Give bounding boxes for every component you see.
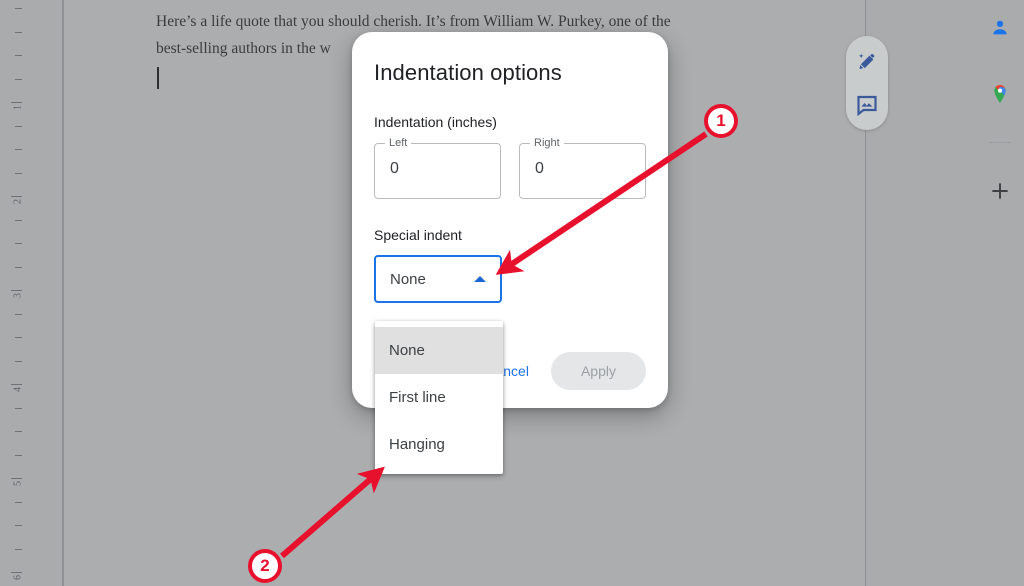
comment-image-icon[interactable] xyxy=(854,92,880,118)
special-indent-dropdown-list: None First line Hanging xyxy=(375,321,503,474)
apply-button[interactable]: Apply xyxy=(550,352,646,390)
ruler-tick xyxy=(15,32,22,33)
vertical-ruler[interactable]: 1 2 3 4 5 6 xyxy=(0,0,62,586)
left-indent-field[interactable]: Left 0 xyxy=(374,137,501,199)
ruler-number: 2 xyxy=(12,199,24,204)
magic-pencil-icon[interactable] xyxy=(854,49,880,75)
ruler-tick xyxy=(15,455,22,456)
ruler-number: 1 xyxy=(12,105,24,110)
ruler-tick xyxy=(15,431,22,432)
ruler-tick xyxy=(15,220,22,221)
editing-mode-pill[interactable] xyxy=(846,36,888,130)
dropdown-option-hanging[interactable]: Hanging xyxy=(375,421,503,468)
dropdown-option-none[interactable]: None xyxy=(375,327,503,374)
contacts-person-icon[interactable] xyxy=(988,16,1012,40)
left-indent-value: 0 xyxy=(390,160,399,177)
ruler-tick xyxy=(15,361,22,362)
ruler-number: 3 xyxy=(12,293,24,298)
ruler-tick xyxy=(15,126,22,127)
dropdown-option-first-line[interactable]: First line xyxy=(375,374,503,421)
ruler-tick xyxy=(15,8,22,9)
ruler-tick xyxy=(15,314,22,315)
ruler-tick xyxy=(15,149,22,150)
ruler-number: 5 xyxy=(12,481,24,486)
text-cursor-caret xyxy=(157,67,159,89)
indentation-section-label: Indentation (inches) xyxy=(374,114,497,130)
ruler-number: 6 xyxy=(12,575,24,580)
rail-divider xyxy=(988,142,1011,143)
special-indent-select-wrap: None xyxy=(374,255,646,303)
right-indent-value: 0 xyxy=(535,160,544,177)
ruler-tick xyxy=(15,243,22,244)
ruler-tick xyxy=(15,549,22,550)
ruler-tick xyxy=(15,79,22,80)
indentation-fields-row: Left 0 Right 0 xyxy=(374,137,646,199)
document-line: Here’s a life quote that you should cher… xyxy=(156,13,671,30)
app-screenshot: 1 2 3 4 5 6 Here’s a life quote that you shou… xyxy=(0,0,1024,586)
right-indent-field[interactable]: Right 0 xyxy=(519,137,646,199)
ruler-tick xyxy=(15,173,22,174)
ruler-number: 4 xyxy=(12,387,24,392)
ruler-tick xyxy=(15,525,22,526)
chevron-up-icon[interactable] xyxy=(474,276,486,282)
google-maps-pin-icon[interactable] xyxy=(988,82,1012,106)
ruler-tick xyxy=(15,267,22,268)
right-indent-label: Right xyxy=(530,137,564,149)
special-indent-section-label: Special indent xyxy=(374,227,462,243)
ruler-tick xyxy=(15,337,22,338)
add-plus-icon[interactable] xyxy=(988,179,1012,203)
special-indent-select[interactable]: None xyxy=(374,255,502,303)
ruler-tick xyxy=(15,502,22,503)
dialog-title: Indentation options xyxy=(374,60,562,85)
left-indent-label: Left xyxy=(385,137,412,149)
side-panel-rail xyxy=(975,0,1024,586)
ruler-tick xyxy=(15,408,22,409)
vertical-scrollbar-track[interactable] xyxy=(955,0,967,586)
ruler-tick xyxy=(15,55,22,56)
special-indent-selected-value: None xyxy=(390,270,426,288)
